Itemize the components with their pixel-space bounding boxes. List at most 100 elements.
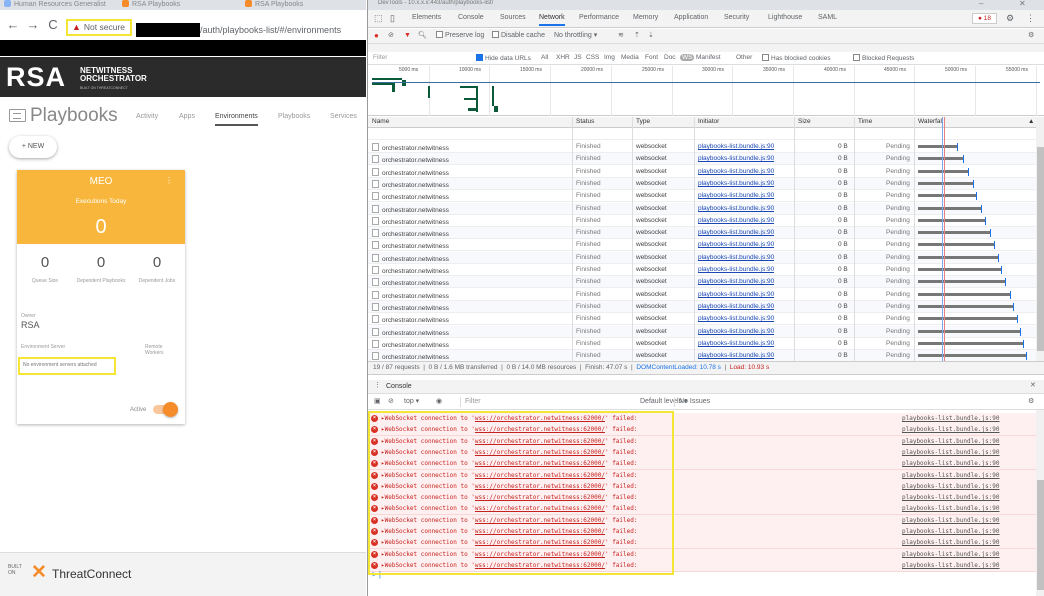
request-initiator[interactable]: playbooks-list.bundle.js:90 [698,254,774,261]
error-source-link[interactable]: playbooks-list.bundle.js:90 [902,526,1000,537]
tab-lighthouse[interactable]: Lighthouse [768,14,802,21]
issues-button[interactable]: No Issues [674,397,710,407]
request-initiator[interactable]: playbooks-list.bundle.js:90 [698,217,774,224]
sort-up-icon[interactable]: ▲ [1028,118,1034,125]
tab-elements[interactable]: Elements [412,14,441,21]
request-name[interactable]: orchestrator.netwitness [372,328,568,337]
error-source-link[interactable]: playbooks-list.bundle.js:90 [902,560,1000,571]
console-scrollbar-thumb[interactable] [1037,480,1044,590]
request-initiator[interactable]: playbooks-list.bundle.js:90 [698,241,774,248]
nav-services[interactable]: Services [330,113,357,120]
waterfall-bar[interactable] [918,157,963,160]
settings-gear-icon[interactable]: ⚙ [1006,13,1014,23]
console-scrollbar[interactable] [1036,410,1044,596]
table-row[interactable]: orchestrator.netwitness Finished websocket… [368,276,1036,288]
blocked-requests-checkbox[interactable]: Blocked Requests [853,54,914,62]
type-font[interactable]: Font [645,54,658,61]
type-media[interactable]: Media [621,54,639,61]
tab-network[interactable]: Network [539,14,565,26]
table-row[interactable]: orchestrator.netwitness Finished websocket… [368,166,1036,178]
filter-icon[interactable]: ▼ [404,31,411,41]
table-row[interactable]: orchestrator.netwitness Finished websocket… [368,227,1036,239]
request-name[interactable]: orchestrator.netwitness [372,315,568,324]
column-divider[interactable] [632,117,633,361]
waterfall-bar[interactable] [918,354,1026,357]
error-count-badge[interactable]: ● 18 [972,13,997,24]
table-row[interactable]: orchestrator.netwitness Finished websocket… [368,326,1036,338]
waterfall-bar[interactable] [918,182,973,185]
not-secure-indicator[interactable]: ▲ Not secure [66,19,132,36]
console-clear-icon[interactable]: ⊘ [388,397,394,407]
table-row[interactable]: orchestrator.netwitness Finished websocket… [368,264,1036,276]
error-source-link[interactable]: playbooks-list.bundle.js:90 [902,515,1000,526]
disable-cache-checkbox[interactable]: Disable cache [492,31,545,41]
inspect-icon[interactable]: ⬚ [374,13,383,23]
clear-icon[interactable]: ⊘ [388,31,394,41]
request-name[interactable]: orchestrator.netwitness [372,155,568,164]
request-initiator[interactable]: playbooks-list.bundle.js:90 [698,143,774,150]
error-source-link[interactable]: playbooks-list.bundle.js:90 [902,492,1000,503]
console-filter-input[interactable]: Filter [460,397,481,407]
waterfall-bar[interactable] [918,170,968,173]
request-name[interactable]: orchestrator.netwitness [372,180,568,189]
type-all[interactable]: All [541,54,548,61]
waterfall-bar[interactable] [918,231,990,234]
table-row[interactable]: orchestrator.netwitness Finished websocket… [368,338,1036,350]
nav-apps[interactable]: Apps [179,113,195,120]
request-initiator[interactable]: playbooks-list.bundle.js:90 [698,278,774,285]
table-row[interactable]: orchestrator.netwitness Finished websocket… [368,141,1036,153]
browser-tab[interactable]: RSA Playbooks [122,0,237,10]
record-icon[interactable]: ● [374,31,379,41]
blocked-cookies-checkbox[interactable]: Has blocked cookies [762,54,831,62]
request-name[interactable]: orchestrator.netwitness [372,266,568,275]
type-manifest[interactable]: Manifest [696,54,721,61]
tab-performance[interactable]: Performance [579,14,619,21]
network-scrollbar[interactable] [1036,117,1044,361]
preserve-log-checkbox[interactable]: Preserve log [436,31,484,41]
column-divider[interactable] [854,117,855,361]
request-name[interactable]: orchestrator.netwitness [372,205,568,214]
request-initiator[interactable]: playbooks-list.bundle.js:90 [698,328,774,335]
column-divider[interactable] [794,117,795,361]
error-source-link[interactable]: playbooks-list.bundle.js:90 [902,447,1000,458]
minimize-icon[interactable]: – [979,0,983,8]
network-filter-input[interactable]: Filter [373,54,387,61]
environment-card[interactable]: MEO ⋮ Executions Today 0 0 Queue Size 0 … [17,170,185,424]
nav-playbooks[interactable]: Playbooks [278,113,310,120]
table-row[interactable]: orchestrator.netwitness Finished websocket… [368,203,1036,215]
waterfall-bar[interactable] [918,145,957,148]
download-icon[interactable]: ⇣ [648,31,654,41]
request-name[interactable]: orchestrator.netwitness [372,340,568,349]
col-time[interactable]: Time [858,118,872,125]
tab-memory[interactable]: Memory [633,14,658,21]
request-initiator[interactable]: playbooks-list.bundle.js:90 [698,192,774,199]
device-toolbar-icon[interactable]: ▯ [390,13,395,23]
col-name[interactable]: Name [372,118,389,125]
request-name[interactable]: orchestrator.netwitness [372,254,568,263]
request-name[interactable]: orchestrator.netwitness [372,143,568,152]
tab-console[interactable]: Console [458,14,484,21]
waterfall-bar[interactable] [918,280,1005,283]
request-initiator[interactable]: playbooks-list.bundle.js:90 [698,291,774,298]
error-source-link[interactable]: playbooks-list.bundle.js:90 [902,537,1000,548]
waterfall-bar[interactable] [918,243,994,246]
tab-saml[interactable]: SAML [818,14,837,21]
rsa-logo[interactable]: RSA [6,64,66,91]
type-other[interactable]: Other [736,54,752,61]
col-type[interactable]: Type [636,118,650,125]
request-name[interactable]: orchestrator.netwitness [372,229,568,238]
request-initiator[interactable]: playbooks-list.bundle.js:90 [698,352,774,359]
col-status[interactable]: Status [576,118,594,125]
request-name[interactable]: orchestrator.netwitness [372,352,568,361]
reload-icon[interactable]: C [46,18,60,31]
forward-icon[interactable]: → [26,18,40,31]
request-initiator[interactable]: playbooks-list.bundle.js:90 [698,205,774,212]
error-source-link[interactable]: playbooks-list.bundle.js:90 [902,470,1000,481]
error-source-link[interactable]: playbooks-list.bundle.js:90 [902,424,1000,435]
hide-data-urls-checkbox[interactable]: Hide data URLs [476,54,531,62]
type-ws[interactable]: WS [680,54,695,61]
request-name[interactable]: orchestrator.netwitness [372,303,568,312]
request-initiator[interactable]: playbooks-list.bundle.js:90 [698,340,774,347]
table-row[interactable]: orchestrator.netwitness Finished websocket… [368,190,1036,202]
waterfall-bar[interactable] [918,207,981,210]
